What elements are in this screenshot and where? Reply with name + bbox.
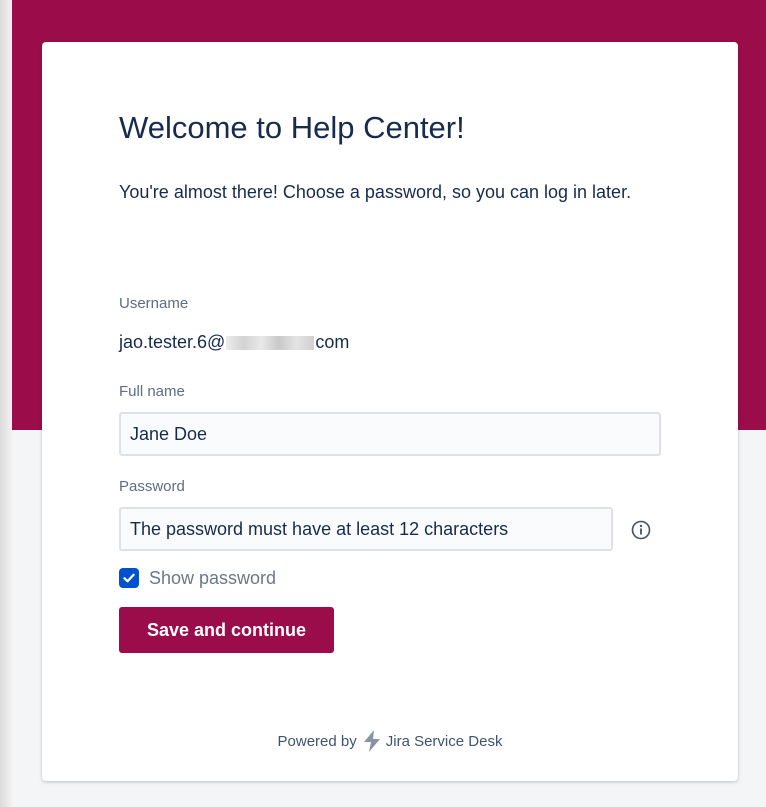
redacted-domain	[226, 336, 315, 351]
password-label: Password	[119, 478, 185, 495]
password-input[interactable]	[119, 507, 613, 551]
powered-by-text: Powered by	[277, 732, 357, 750]
jira-service-desk-link[interactable]: Jira Service Desk	[386, 733, 503, 750]
show-password-toggle[interactable]: Show password	[119, 564, 276, 592]
lightning-bolt-icon	[363, 730, 380, 752]
full-name-label: Full name	[119, 383, 185, 400]
username-prefix: jao.tester.6@	[119, 332, 226, 352]
username-value: jao.tester.6@ com	[119, 332, 349, 353]
intro-text: You're almost there! Choose a password, …	[119, 182, 632, 202]
username-suffix: com	[315, 332, 350, 352]
window-edge	[0, 0, 12, 807]
show-password-checkbox[interactable]	[119, 568, 139, 588]
info-circle-icon[interactable]	[630, 519, 652, 541]
show-password-label: Show password	[149, 567, 277, 588]
checkmark-icon	[123, 573, 135, 583]
username-label: Username	[119, 295, 189, 312]
signup-card: Welcome to Help Center! You're almost th…	[42, 42, 738, 781]
full-name-input[interactable]	[119, 412, 661, 456]
save-and-continue-button[interactable]: Save and continue	[119, 607, 334, 653]
page-title: Welcome to Help Center!	[119, 110, 465, 145]
powered-by-footer: Powered by Jira Service Desk	[42, 728, 738, 754]
